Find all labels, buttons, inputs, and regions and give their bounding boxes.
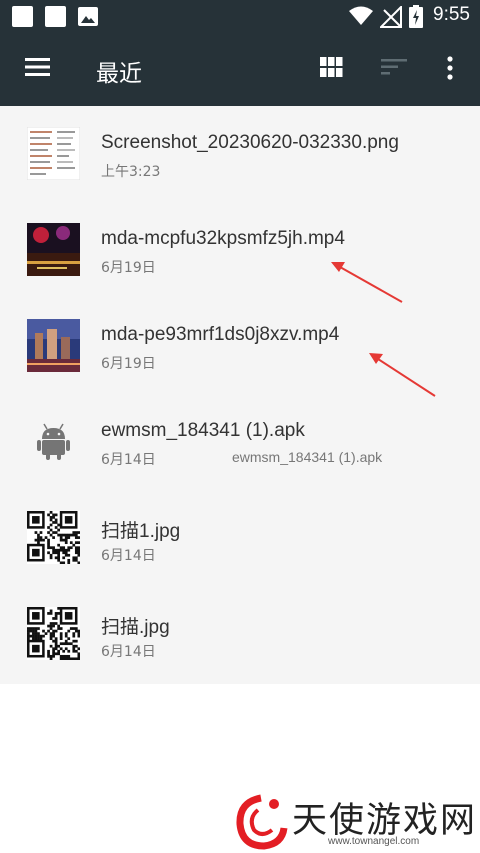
watermark-url: www.townangel.com [328, 836, 420, 847]
red-arrow [331, 262, 403, 303]
red-arrow [369, 353, 436, 397]
watermark: 天使游戏网 www.townangel.com [232, 788, 480, 853]
annotation-arrows [331, 262, 436, 397]
watermark-logo [236, 794, 288, 850]
